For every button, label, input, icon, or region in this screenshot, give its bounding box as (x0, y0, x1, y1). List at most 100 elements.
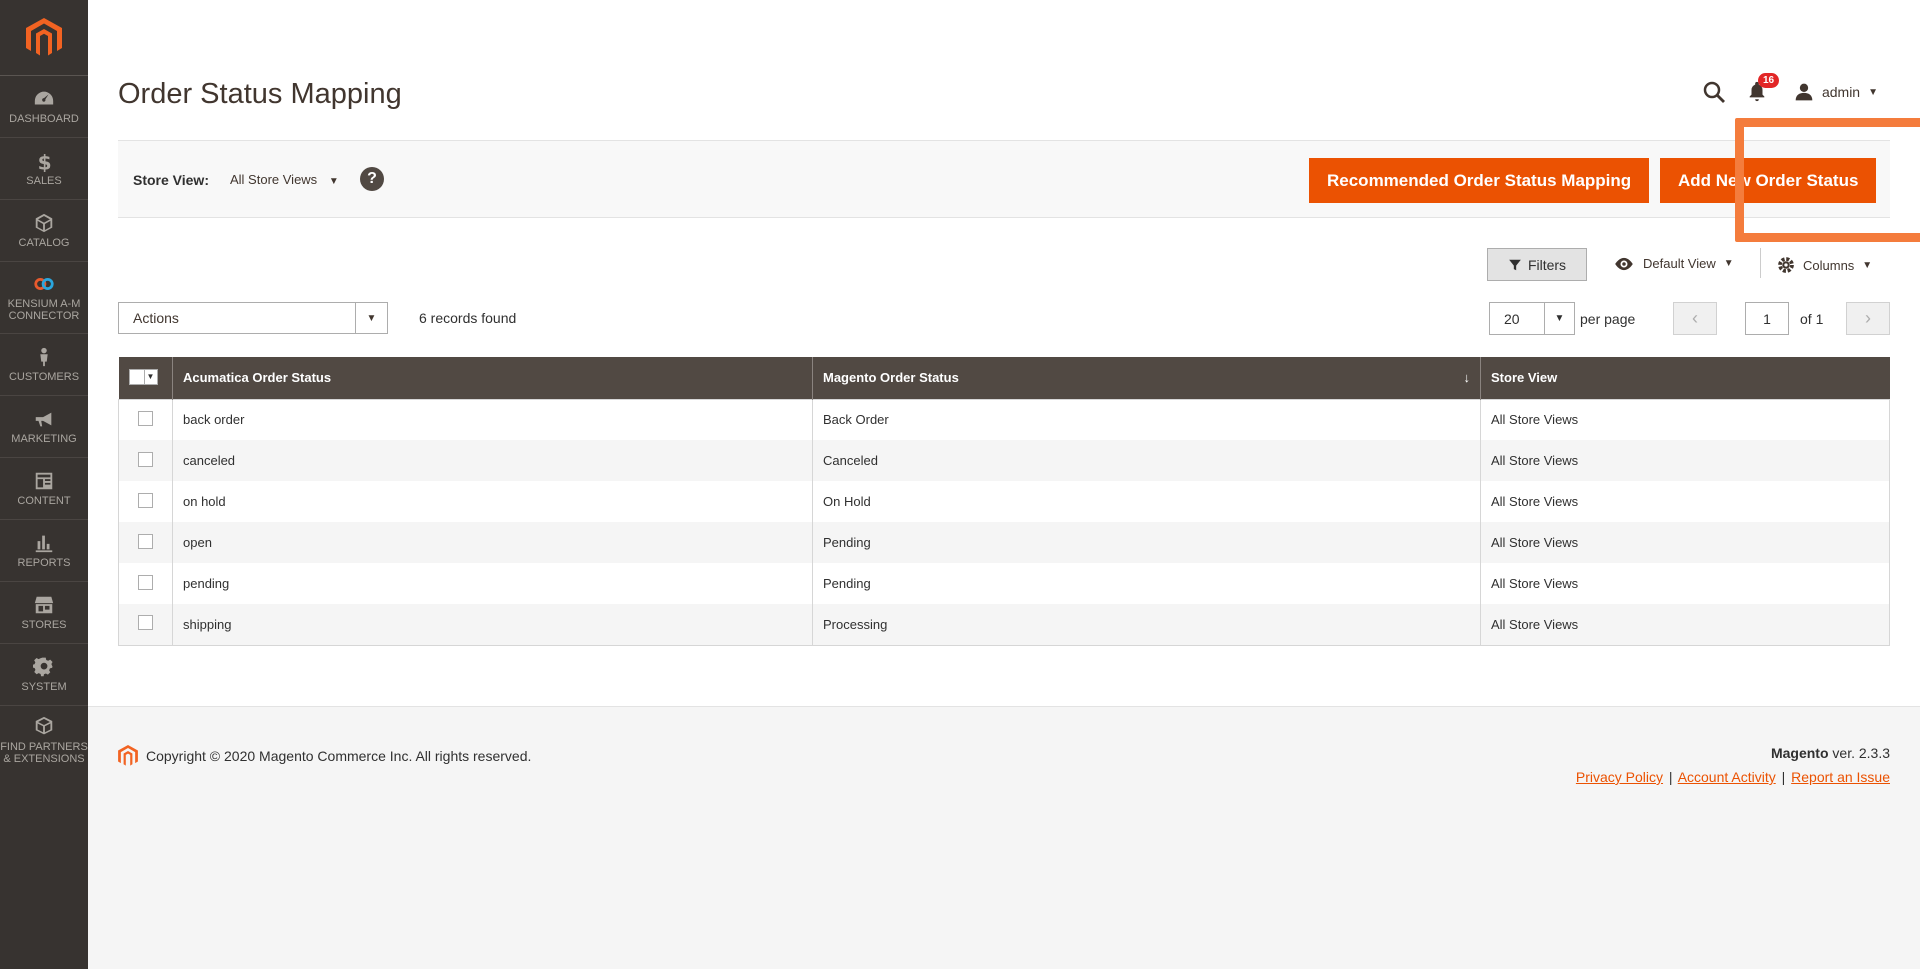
link-separator: | (1668, 769, 1673, 785)
magento-status-cell: On Hold (812, 481, 1481, 522)
page-footer: Copyright © 2020 Magento Commerce Inc. A… (88, 706, 1920, 969)
table-row[interactable]: shipping Processing All Store Views (118, 604, 1890, 645)
row-checkbox[interactable] (138, 451, 153, 467)
nav-label: Find Partners & Extensions (0, 740, 88, 765)
store-icon (34, 596, 54, 614)
magento-status-cell: Canceled (812, 440, 1481, 481)
table-row[interactable]: canceled Canceled All Store Views (118, 440, 1890, 481)
account-activity-link[interactable]: Account Activity (1678, 769, 1776, 785)
filters-label: Filters (1527, 256, 1567, 273)
store-view-label: Store View: (133, 172, 209, 188)
megaphone-icon (35, 412, 52, 427)
checkbox (130, 370, 144, 384)
nav-content[interactable]: Content (0, 458, 88, 520)
row-checkbox[interactable] (138, 615, 153, 631)
footer-copyright: Copyright © 2020 Magento Commerce Inc. A… (118, 745, 531, 767)
row-checkbox[interactable] (138, 533, 153, 549)
filters-button[interactable]: Filters (1487, 248, 1587, 281)
store-view-cell: All Store Views (1480, 563, 1890, 604)
chevron-left-icon: ‹ (1692, 308, 1698, 328)
search-icon[interactable] (1702, 80, 1726, 104)
notifications-bell-icon[interactable]: 16 (1746, 73, 1780, 104)
page-title: Order Status Mapping (118, 78, 402, 110)
magento-logo-icon (118, 745, 138, 766)
nav-label: Kensium A-M Connector (7, 298, 81, 322)
magento-logo-icon[interactable] (0, 0, 88, 76)
magento-status-cell: Pending (812, 522, 1481, 563)
nav-dashboard[interactable]: Dashboard (0, 76, 88, 138)
nav-kensium-connector[interactable]: Kensium A-M Connector (0, 262, 88, 334)
nav-marketing[interactable]: Marketing (0, 396, 88, 458)
help-icon[interactable]: ? (360, 167, 384, 191)
row-checkbox[interactable] (138, 574, 153, 590)
previous-page-button[interactable]: ‹ (1673, 302, 1717, 335)
notifications-count-badge: 16 (1757, 73, 1780, 88)
bar-chart-icon (35, 535, 53, 553)
admin-username: admin (1821, 84, 1861, 100)
person-icon (40, 347, 48, 367)
table-row[interactable]: pending Pending All Store Views (118, 563, 1890, 604)
nav-catalog[interactable]: Catalog (0, 200, 88, 262)
chevron-down-icon: ▼ (143, 369, 157, 384)
total-pages-label: of 1 (1800, 311, 1824, 327)
column-header-magento-status[interactable]: Magento Order Status ↓ (812, 357, 1481, 399)
mass-actions-dropdown[interactable]: Actions ▼ (118, 302, 388, 334)
chevron-down-icon: ▼ (1723, 258, 1734, 269)
acumatica-status-cell: back order (172, 399, 813, 440)
header-actions: 16 admin ▼ (1702, 73, 1878, 104)
next-page-button[interactable]: › (1846, 302, 1890, 335)
column-header-acumatica-status[interactable]: Acumatica Order Status (172, 357, 813, 399)
acumatica-status-cell: shipping (172, 604, 813, 645)
nav-customers[interactable]: Customers (0, 334, 88, 396)
table-row[interactable]: back order Back Order All Store Views (118, 399, 1890, 440)
page-actions-bar: Store View: All Store Views ▼ ? Recommen… (118, 140, 1890, 218)
funnel-icon (1509, 259, 1521, 270)
gear-icon (1778, 257, 1794, 273)
current-page-input[interactable]: 1 (1745, 302, 1789, 335)
store-view-value: All Store Views (230, 172, 318, 187)
store-view-switcher[interactable]: All Store Views ▼ (230, 172, 339, 187)
nav-system[interactable]: System (0, 644, 88, 706)
recommended-mapping-button[interactable]: Recommended Order Status Mapping (1309, 158, 1650, 203)
table-row[interactable]: open Pending All Store Views (118, 522, 1890, 563)
row-checkbox[interactable] (138, 410, 153, 426)
chevron-down-icon: ▼ (1544, 303, 1574, 334)
acumatica-status-cell: open (172, 522, 813, 563)
add-new-order-status-button[interactable]: Add New Order Status (1660, 158, 1877, 203)
copyright-text: Copyright © 2020 Magento Commerce Inc. A… (146, 748, 532, 764)
nav-label: Customers (8, 371, 80, 383)
admin-user-menu[interactable]: admin ▼ (1794, 82, 1878, 102)
per-page-select[interactable]: 20 ▼ (1489, 302, 1575, 335)
footer-links: Privacy Policy | Account Activity | Repo… (1576, 769, 1890, 785)
version-text: ver. 2.3.3 (1832, 745, 1890, 761)
link-separator: | (1781, 769, 1786, 785)
report-issue-link[interactable]: Report an Issue (1791, 769, 1890, 785)
nav-label: Catalog (18, 237, 70, 249)
chevron-down-icon: ▼ (355, 303, 387, 333)
nav-reports[interactable]: Reports (0, 520, 88, 582)
main-content: Order Status Mapping 16 admin ▼ Store Vi… (88, 0, 1920, 969)
view-label: Default View (1643, 256, 1716, 271)
records-found-count: 6 records found (419, 310, 517, 326)
row-checkbox[interactable] (138, 492, 153, 508)
default-view-dropdown[interactable]: Default View ▼ (1613, 256, 1734, 271)
table-row[interactable]: on hold On Hold All Store Views (118, 481, 1890, 522)
mass-select-checkbox[interactable]: ▼ (128, 368, 158, 385)
chevron-right-icon: › (1865, 308, 1871, 328)
per-page-value: 20 (1504, 310, 1520, 327)
dollar-icon: $ (38, 150, 52, 172)
nav-stores[interactable]: Stores (0, 582, 88, 644)
column-header-store-view[interactable]: Store View (1480, 357, 1890, 399)
admin-sidebar: Dashboard $ Sales Catalog Kensium A-M Co… (0, 0, 88, 969)
version-info: Magento ver. 2.3.3 (1576, 745, 1890, 761)
acumatica-status-cell: pending (172, 563, 813, 604)
nav-sales[interactable]: $ Sales (0, 138, 88, 200)
magento-status-cell: Pending (812, 563, 1481, 604)
acumatica-status-cell: canceled (172, 440, 813, 481)
store-view-cell: All Store Views (1480, 440, 1890, 481)
user-icon (1795, 83, 1813, 101)
privacy-policy-link[interactable]: Privacy Policy (1576, 769, 1663, 785)
columns-dropdown[interactable]: Columns ▼ (1777, 256, 1872, 274)
order-status-mapping-grid: ▼ Acumatica Order Status Magento Order S… (118, 357, 1890, 646)
nav-find-partners[interactable]: Find Partners & Extensions (0, 706, 88, 774)
